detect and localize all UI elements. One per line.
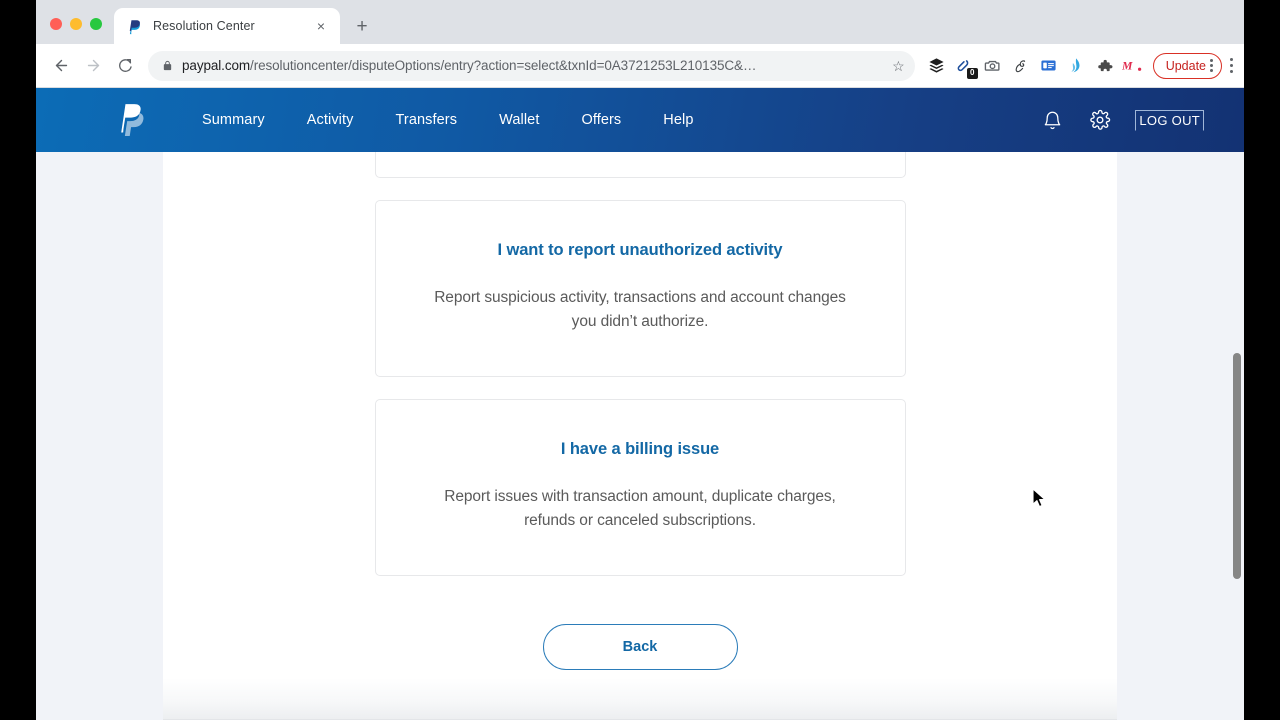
wave-icon[interactable] — [1063, 52, 1091, 80]
option-card-title: I want to report unauthorized activity — [497, 241, 783, 259]
paypal-header-actions: LOG OUT — [1039, 107, 1204, 133]
window-traffic-lights — [36, 18, 114, 44]
forward-navigation-icon[interactable] — [78, 51, 108, 81]
layers-stack-icon[interactable] — [923, 52, 951, 80]
paperclip-link-icon[interactable]: 0 — [951, 52, 979, 80]
option-card-description: Report suspicious activity, transactions… — [434, 289, 846, 330]
url-path: /resolutioncenter/disputeOptions/entry?a… — [250, 58, 757, 73]
nav-item-activity[interactable]: Activity — [307, 112, 354, 128]
notifications-bell-icon[interactable] — [1039, 107, 1065, 133]
new-tab-button[interactable]: + — [348, 12, 376, 40]
option-card-unauthorized-activity[interactable]: I want to report unauthorized activity R… — [374, 200, 906, 377]
camera-icon[interactable] — [979, 52, 1007, 80]
page-footer-band — [163, 678, 1117, 720]
extension-icons-area: 0 M — [923, 52, 1147, 80]
chrome-update-button[interactable]: Update — [1152, 52, 1222, 79]
paypal-primary-nav: Summary Activity Transfers Wallet Offers… — [202, 112, 1039, 128]
update-overflow-dots-icon[interactable] — [1210, 59, 1213, 72]
log-out-button[interactable]: LOG OUT — [1135, 109, 1204, 131]
option-card-billing-issue[interactable]: I have a billing issue Report issues wit… — [374, 399, 906, 576]
back-button-row: Back — [542, 624, 738, 670]
paypal-global-header: Summary Activity Transfers Wallet Offers… — [36, 88, 1244, 152]
minimize-window-button[interactable] — [70, 18, 82, 30]
close-tab-button[interactable]: × — [312, 17, 330, 35]
option-card-description: Report issues with transaction amount, d… — [444, 488, 836, 529]
url-host: paypal.com — [182, 58, 251, 73]
page-scrollbar[interactable] — [1229, 88, 1244, 720]
lock-icon — [162, 59, 173, 72]
puzzle-piece-icon[interactable] — [1091, 52, 1119, 80]
card-reader-icon[interactable] — [1035, 52, 1063, 80]
dispute-options-list: I want to report unauthorized activity R… — [163, 152, 1117, 670]
reload-page-icon[interactable] — [110, 51, 140, 81]
browser-toolbar: paypal.com/resolutioncenter/disputeOptio… — [36, 44, 1244, 88]
nav-item-help[interactable]: Help — [663, 112, 693, 128]
nav-item-transfers[interactable]: Transfers — [395, 112, 457, 128]
momentum-m-icon[interactable]: M — [1119, 52, 1147, 80]
paypal-favicon-icon — [126, 18, 143, 35]
close-window-button[interactable] — [50, 18, 62, 30]
nav-item-summary[interactable]: Summary — [202, 112, 265, 128]
settings-gear-icon[interactable] — [1087, 107, 1113, 133]
address-bar[interactable]: paypal.com/resolutioncenter/disputeOptio… — [148, 50, 915, 81]
address-bar-url: paypal.com/resolutioncenter/disputeOptio… — [182, 58, 883, 73]
option-card-title: I have a billing issue — [560, 440, 720, 458]
page-viewport: Summary Activity Transfers Wallet Offers… — [36, 88, 1244, 720]
nav-item-wallet[interactable]: Wallet — [499, 112, 539, 128]
maximize-window-button[interactable] — [90, 18, 102, 30]
browser-tab-title: Resolution Center — [153, 19, 255, 33]
update-button-label: Update — [1165, 58, 1206, 73]
option-card-partial-above[interactable] — [374, 152, 906, 178]
back-button[interactable]: Back — [542, 624, 738, 670]
goose-swirl-icon[interactable] — [1007, 52, 1035, 80]
paypal-logo-icon[interactable] — [114, 103, 144, 137]
page-scrollbar-thumb[interactable] — [1233, 353, 1241, 579]
browser-tab-strip: Resolution Center × + — [36, 0, 1244, 44]
page-content-column: I want to report unauthorized activity R… — [163, 152, 1117, 720]
nav-item-offers[interactable]: Offers — [581, 112, 621, 128]
bookmark-star-icon[interactable]: ☆ — [892, 59, 905, 73]
browser-menu-icon[interactable] — [1224, 52, 1238, 80]
browser-window: Resolution Center × + paypal.com/resolut… — [36, 0, 1244, 720]
back-navigation-icon[interactable] — [46, 51, 76, 81]
svg-text:M: M — [1122, 59, 1133, 72]
extension-badge-count: 0 — [966, 67, 978, 79]
browser-tab-resolution-center[interactable]: Resolution Center × — [114, 8, 340, 44]
